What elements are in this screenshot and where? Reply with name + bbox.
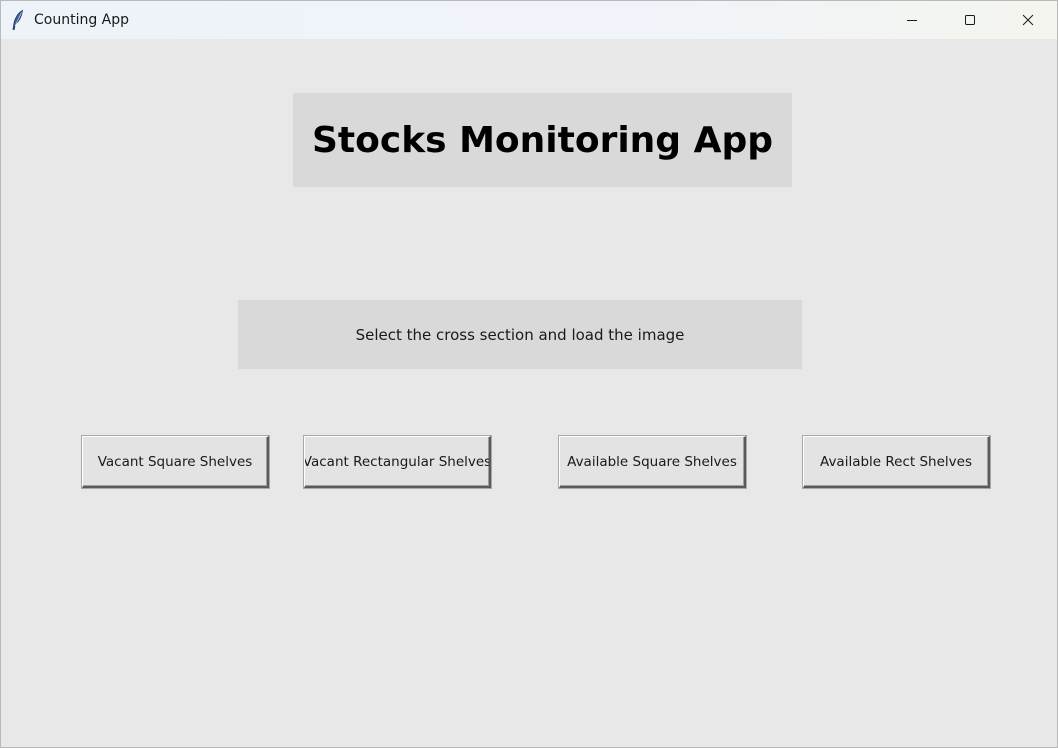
- vacant-rectangular-shelves-button[interactable]: Vacant Rectangular Shelves: [304, 436, 491, 488]
- window-title: Counting App: [34, 12, 130, 28]
- page-title: Stocks Monitoring App: [311, 119, 773, 161]
- available-rect-shelves-button[interactable]: Available Rect Shelves: [803, 436, 990, 488]
- feather-icon: [10, 9, 26, 31]
- maximize-icon: [964, 11, 976, 30]
- close-button[interactable]: [999, 1, 1057, 39]
- minimize-button[interactable]: [883, 1, 941, 39]
- instruction-panel: Select the cross section and load the im…: [238, 300, 802, 369]
- vacant-square-shelves-button[interactable]: Vacant Square Shelves: [82, 436, 269, 488]
- close-icon: [1022, 11, 1034, 30]
- instruction-label: Select the cross section and load the im…: [355, 325, 685, 344]
- minimize-icon: [906, 11, 918, 30]
- main-content: Stocks Monitoring App Select the cross s…: [1, 39, 1057, 747]
- app-window: Counting App Stocks Monitoring App Selec…: [0, 0, 1058, 748]
- available-square-shelves-button[interactable]: Available Square Shelves: [559, 436, 746, 488]
- maximize-button[interactable]: [941, 1, 999, 39]
- title-bar[interactable]: Counting App: [1, 1, 1057, 39]
- title-panel: Stocks Monitoring App: [293, 93, 792, 187]
